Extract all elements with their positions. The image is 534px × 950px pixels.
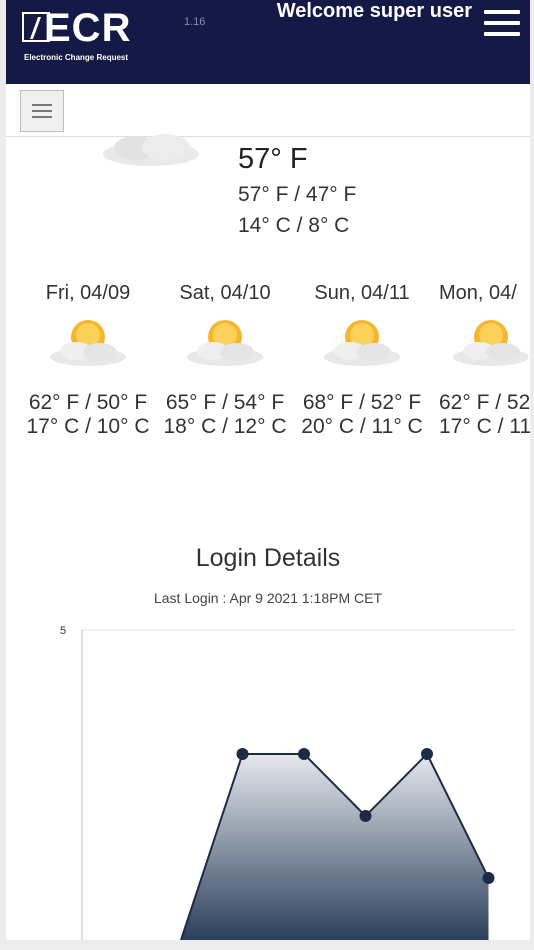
- forecast-fahrenheit: 62° F / 50° F: [28, 391, 148, 414]
- forecast-celsius: 20° C / 11° C: [301, 415, 423, 438]
- last-login-text: Last Login : Apr 9 2021 1:18PM CET: [153, 590, 383, 606]
- forecast-celsius: 17° C / 11: [439, 415, 530, 438]
- chart-area: [181, 754, 489, 940]
- forecast-date: Sat, 04/10: [179, 282, 271, 304]
- chart-data-point[interactable]: [359, 810, 372, 822]
- forecast-day: Fri, 04/09 62° F / 50° F 17° C / 10° C: [18, 282, 158, 439]
- logo-subtitle: Electronic Change Request: [24, 53, 129, 62]
- logo-text: ECR: [44, 6, 132, 50]
- sub-toolbar: [6, 84, 530, 137]
- sidebar-toggle-button[interactable]: [20, 90, 64, 132]
- app-frame: ECR Electronic Change Request 1.16 Welco…: [6, 0, 530, 940]
- forecast-date: Fri, 04/09: [45, 282, 131, 304]
- version-label: 1.16: [184, 16, 206, 28]
- forecast-fahrenheit: 65° F / 54° F: [165, 391, 285, 414]
- forecast-day: Sat, 04/10 65° F / 54° F 18° C / 12° C: [155, 282, 295, 439]
- hamburger-menu-icon[interactable]: [484, 10, 520, 42]
- login-details-title: Login Details: [195, 544, 341, 572]
- top-header: ECR Electronic Change Request 1.16 Welco…: [6, 0, 530, 84]
- forecast-celsius: 17° C / 10° C: [26, 415, 150, 438]
- chart-y-tick-label: 5: [60, 625, 66, 637]
- chart-data-point[interactable]: [421, 748, 433, 760]
- temperature-range-fahrenheit: 57° F / 47° F: [238, 183, 357, 206]
- forecast-fahrenheit: 62° F / 52: [439, 391, 530, 414]
- chart-data-point[interactable]: [482, 872, 495, 884]
- forecast-fahrenheit: 68° F / 52° F: [302, 391, 422, 414]
- welcome-text: Welcome super user: [276, 0, 472, 22]
- partly-cloudy-icon: [453, 320, 529, 366]
- forecast-celsius: 18° C / 12° C: [163, 415, 287, 438]
- temperature-range-celsius: 14° C / 8° C: [238, 214, 350, 237]
- forecast-day: Sun, 04/11 68° F / 52° F 20° C / 11° C: [292, 282, 432, 439]
- current-temperature: 57° F: [238, 143, 308, 175]
- chart-data-point[interactable]: [236, 748, 249, 760]
- chart-data-point[interactable]: [298, 748, 310, 760]
- forecast-date: Mon, 04/: [439, 282, 517, 304]
- cloud-icon: [103, 134, 199, 166]
- login-chart: 5: [60, 625, 516, 940]
- partly-cloudy-icon: [187, 320, 263, 366]
- forecast-date: Sun, 04/11: [314, 282, 410, 304]
- partly-cloudy-icon: [50, 320, 126, 366]
- partly-cloudy-icon: [324, 320, 400, 366]
- forecast-day: Mon, 04/ 62° F / 52 17° C / 11: [429, 282, 530, 439]
